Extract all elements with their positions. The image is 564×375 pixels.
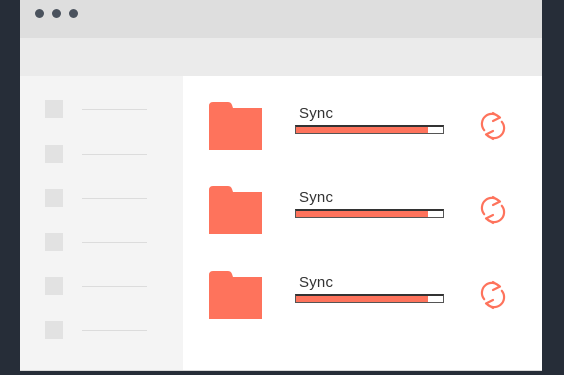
folder-icon: [209, 186, 262, 234]
sidebar-item-placeholder-line: [82, 330, 147, 331]
sidebar: [20, 76, 183, 370]
window-controls: [35, 9, 78, 18]
sync-icon[interactable]: [479, 194, 507, 226]
placeholder-square-icon: [45, 321, 63, 339]
sidebar-item[interactable]: [45, 277, 155, 295]
folder-list: Sync Sync Sync: [183, 76, 542, 370]
placeholder-square-icon: [45, 145, 63, 163]
sidebar-item[interactable]: [45, 189, 155, 207]
sync-progress-fill: [296, 211, 429, 217]
sync-progress-bar: [295, 209, 444, 218]
folder-sync-label: Sync: [299, 105, 334, 122]
sidebar-item[interactable]: [45, 145, 155, 163]
app-window: Sync Sync Sync: [20, 0, 542, 371]
title-bar: [20, 0, 542, 38]
sidebar-item-placeholder-line: [82, 242, 147, 243]
folder-icon: [209, 102, 262, 150]
sidebar-item-placeholder-line: [82, 109, 147, 110]
folder-row[interactable]: Sync: [183, 102, 542, 158]
folder-sync-label: Sync: [299, 274, 334, 291]
sync-icon[interactable]: [479, 110, 507, 142]
placeholder-square-icon: [45, 277, 63, 295]
folder-sync-label: Sync: [299, 189, 334, 206]
sidebar-item[interactable]: [45, 321, 155, 339]
placeholder-square-icon: [45, 233, 63, 251]
sidebar-item-placeholder-line: [82, 198, 147, 199]
sync-progress-fill: [296, 296, 429, 302]
sync-icon[interactable]: [479, 279, 507, 311]
toolbar: [20, 38, 542, 76]
folder-row[interactable]: Sync: [183, 271, 542, 327]
sidebar-item[interactable]: [45, 233, 155, 251]
folder-row[interactable]: Sync: [183, 186, 542, 242]
placeholder-square-icon: [45, 189, 63, 207]
sidebar-item-placeholder-line: [82, 286, 147, 287]
minimize-dot[interactable]: [52, 9, 61, 18]
sidebar-item[interactable]: [45, 100, 155, 118]
maximize-dot[interactable]: [69, 9, 78, 18]
folder-icon: [209, 271, 262, 319]
sidebar-item-placeholder-line: [82, 154, 147, 155]
close-dot[interactable]: [35, 9, 44, 18]
sync-progress-fill: [296, 127, 429, 133]
sync-progress-bar: [295, 125, 444, 134]
sync-progress-bar: [295, 294, 444, 303]
placeholder-square-icon: [45, 100, 63, 118]
